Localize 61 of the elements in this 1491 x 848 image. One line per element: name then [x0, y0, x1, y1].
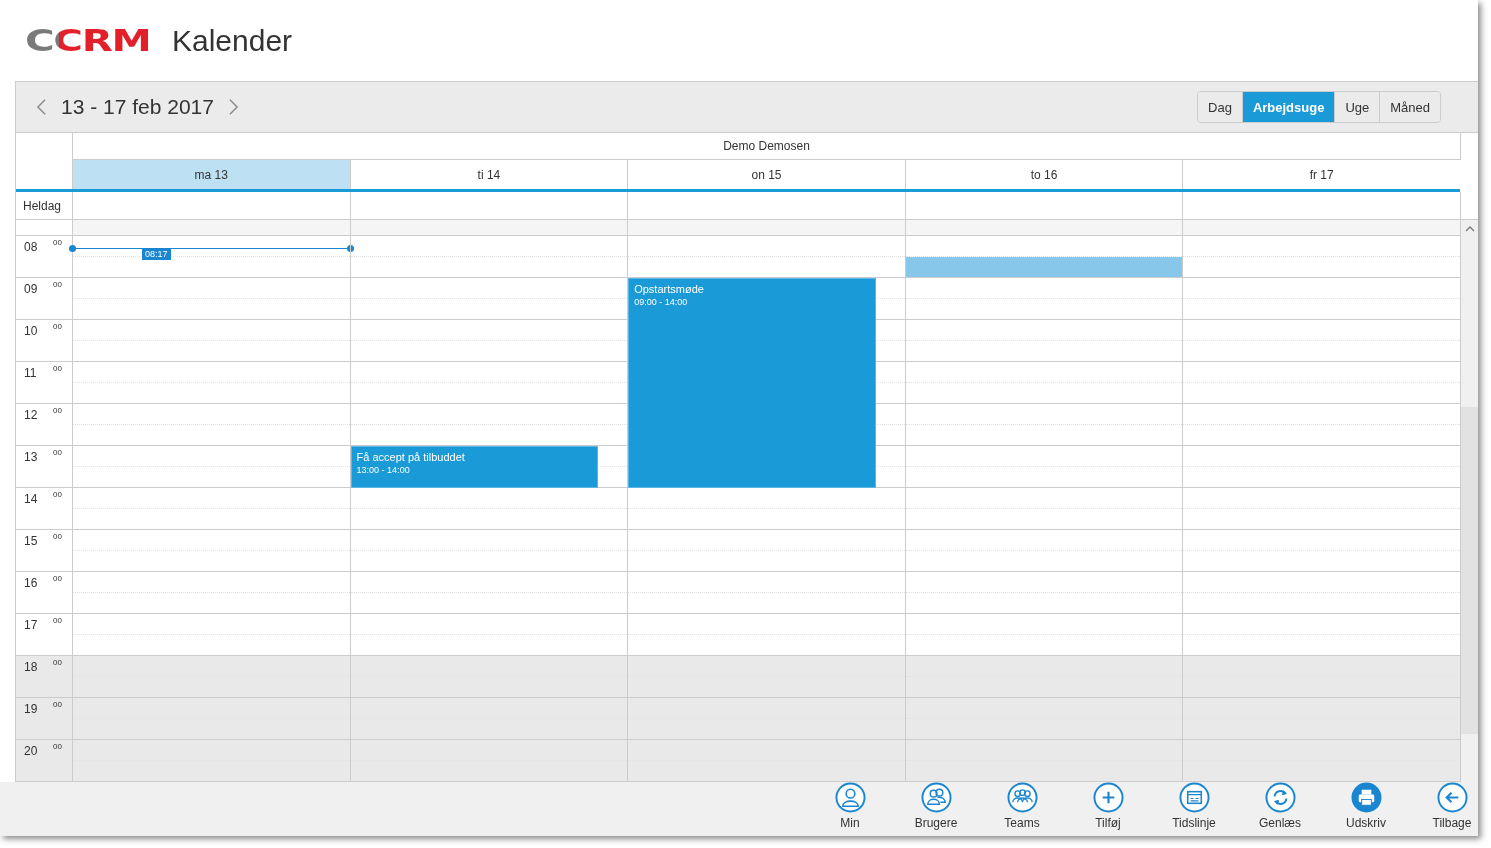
timeline-icon: [1178, 782, 1210, 813]
hour-label: 12: [24, 408, 38, 422]
minute-label: 00: [53, 742, 62, 751]
hour-label: 14: [24, 492, 38, 506]
current-time-label: 08:17: [142, 248, 171, 260]
toolbar-button[interactable]: Tidslinje: [1168, 782, 1220, 830]
previous-icon[interactable]: [36, 98, 47, 116]
minute-label: 00: [53, 658, 62, 667]
minute-label: 00: [53, 574, 62, 583]
hour-label: 19: [24, 702, 38, 716]
print-icon: [1350, 782, 1382, 813]
minute-label: 00: [53, 448, 62, 457]
minute-label: 00: [53, 532, 62, 541]
minute-label: 00: [53, 616, 62, 625]
users-icon: [920, 782, 952, 813]
add-icon: [1092, 782, 1124, 813]
teams-icon: [1006, 782, 1038, 813]
hour-label: 20: [24, 744, 38, 758]
hour-label: 08: [24, 240, 38, 254]
reload-icon: [1264, 782, 1296, 813]
minute-label: 00: [53, 322, 62, 331]
toolbar-button[interactable]: Teams: [996, 782, 1048, 830]
minute-label: 00: [53, 700, 62, 709]
scrollbar[interactable]: [1460, 220, 1478, 782]
toolbar-button[interactable]: Tilføj: [1082, 782, 1134, 830]
date-range: 13 - 17 feb 2017: [61, 95, 214, 119]
hour-label: 11: [24, 366, 37, 380]
toolbar-button[interactable]: Udskriv: [1340, 782, 1392, 830]
hour-label: 16: [24, 576, 38, 590]
minute-label: 00: [53, 280, 62, 289]
hour-label: 18: [24, 660, 38, 674]
event-title: Få accept på tilbuddet: [356, 451, 466, 463]
scroll-up-icon[interactable]: [1464, 226, 1475, 232]
next-icon[interactable]: [227, 98, 239, 116]
event-time: 13:00 - 14:00: [356, 465, 411, 475]
hour-label: 15: [24, 534, 38, 548]
toolbar-button[interactable]: Tilbage: [1426, 782, 1478, 830]
hour-label: 13: [24, 450, 38, 464]
all-day-label: Heldag: [23, 199, 62, 213]
day-header[interactable]: ma 13: [72, 160, 350, 189]
minute-label: 00: [53, 238, 62, 247]
minute-label: 00: [53, 364, 62, 373]
back-icon: [1436, 782, 1468, 813]
person-icon: [834, 782, 866, 813]
day-header[interactable]: fr 17: [1182, 160, 1460, 189]
app-title: Kalender: [172, 25, 293, 56]
minute-label: 00: [53, 490, 62, 499]
event-title: Opstartsmøde: [634, 283, 705, 295]
minute-label: 00: [53, 406, 62, 415]
toolbar-button[interactable]: Genlæs: [1254, 782, 1306, 830]
day-header[interactable]: on 15: [627, 160, 905, 189]
hour-label: 09: [24, 282, 38, 296]
event-time: 09:00 - 14:00: [634, 297, 689, 307]
hour-label: 17: [24, 618, 38, 632]
toolbar-button[interactable]: Brugere: [910, 782, 962, 830]
scrollbar-thumb[interactable]: [1461, 407, 1478, 734]
day-header[interactable]: ti 14: [349, 160, 628, 189]
hour-label: 10: [24, 324, 38, 338]
day-header[interactable]: to 16: [904, 160, 1183, 189]
toolbar-button[interactable]: Min: [824, 782, 876, 830]
view-tab[interactable]: Måned: [1379, 92, 1440, 122]
